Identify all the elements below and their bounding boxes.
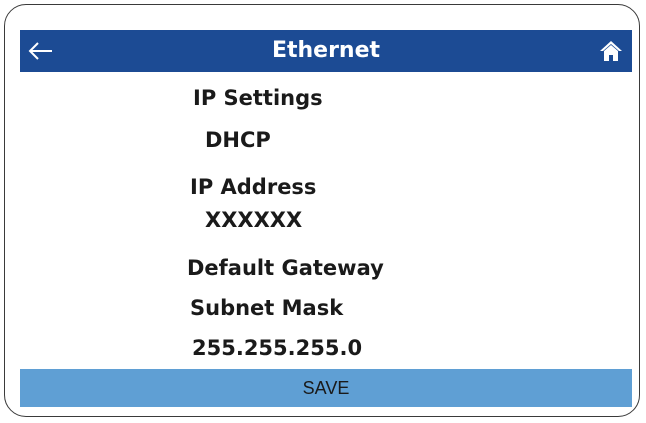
ip-address-label: IP Address <box>190 175 317 199</box>
ip-address-value[interactable]: XXXXXX <box>205 208 302 232</box>
subnet-mask-label: Subnet Mask <box>190 296 344 320</box>
header-bar: Ethernet <box>20 30 632 72</box>
default-gateway-label: Default Gateway <box>187 256 384 280</box>
page-title: Ethernet <box>271 38 381 63</box>
save-button[interactable]: SAVE <box>20 369 632 407</box>
ip-settings-value[interactable]: DHCP <box>205 128 271 152</box>
home-icon[interactable] <box>598 38 624 64</box>
ip-settings-label: IP Settings <box>193 86 323 110</box>
subnet-mask-value[interactable]: 255.255.255.0 <box>192 336 362 360</box>
